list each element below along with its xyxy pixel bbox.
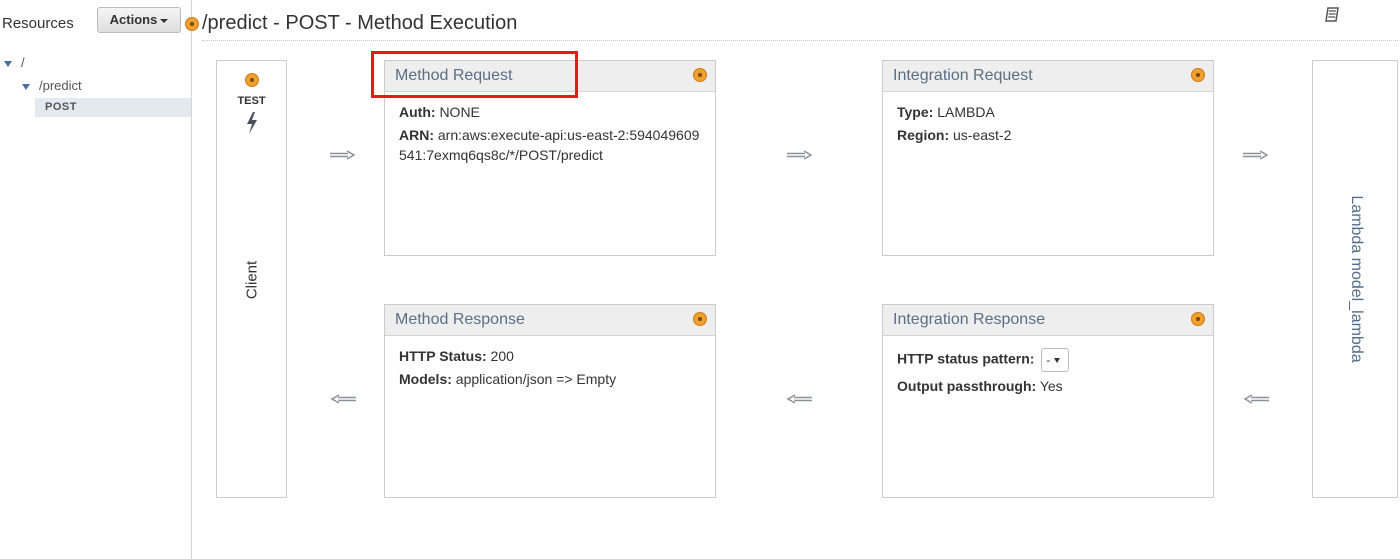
integration-response-card: Integration Response HTTP status pattern…: [882, 304, 1214, 498]
integration-response-header: Integration Response: [883, 305, 1213, 336]
method-request-title[interactable]: Method Request: [395, 67, 512, 85]
auth-label: Auth:: [399, 104, 436, 120]
orange-dot-icon[interactable]: [245, 73, 259, 87]
region-value: us-east-2: [953, 127, 1012, 143]
lambda-link[interactable]: Lambda model_lambda: [1347, 195, 1365, 362]
http-status-label: HTTP Status:: [399, 348, 487, 364]
expand-triangle-icon[interactable]: [4, 60, 12, 67]
tree-item-root[interactable]: /: [4, 55, 25, 70]
passthrough-value: Yes: [1039, 378, 1063, 394]
actions-label: Actions: [109, 12, 158, 27]
models-row: Models: application/json => Empty: [399, 369, 701, 389]
arrow-left-icon: [331, 394, 356, 404]
passthrough-row: Output passthrough: Yes: [897, 376, 1199, 396]
http-status-row: HTTP Status: 200: [399, 346, 701, 366]
type-row: Type: LAMBDA: [897, 102, 1199, 122]
arrow-left-icon: [1244, 394, 1269, 404]
page-title: /predict - POST - Method Execution: [202, 12, 518, 34]
orange-dot-icon[interactable]: [693, 68, 707, 82]
method-response-title[interactable]: Method Response: [395, 311, 525, 329]
models-label: Models:: [399, 371, 452, 387]
client-panel: TEST Client: [216, 60, 287, 498]
book-icon[interactable]: [1324, 6, 1342, 24]
arrow-right-icon: [330, 150, 355, 160]
arrow-right-icon: [1243, 150, 1268, 160]
tree-item-predict[interactable]: /predict: [22, 78, 82, 93]
orange-dot-icon[interactable]: [693, 312, 707, 326]
type-value: LAMBDA: [937, 104, 995, 120]
client-label: Client: [243, 260, 261, 300]
tree-item-predict-label: /predict: [39, 78, 82, 93]
status-pattern-row: HTTP status pattern: -: [897, 348, 1199, 372]
region-label: Region:: [897, 127, 950, 143]
orange-dot-icon[interactable]: [1191, 312, 1205, 326]
test-link[interactable]: TEST: [217, 95, 286, 107]
orange-dot-icon[interactable]: [1191, 68, 1205, 82]
lightning-icon[interactable]: [244, 111, 260, 135]
method-response-card: Method Response HTTP Status: 200 Models:…: [384, 304, 716, 498]
actions-button[interactable]: Actions: [97, 7, 181, 33]
passthrough-label: Output passthrough:: [897, 378, 1037, 394]
method-request-card: Method Request Auth: NONE ARN: arn:aws:e…: [384, 60, 716, 256]
integration-request-header: Integration Request: [883, 61, 1213, 92]
lambda-panel: Lambda model_lambda: [1312, 60, 1398, 498]
arn-value: arn:aws:execute-api:us-east-2:5940496095…: [399, 127, 700, 163]
status-pattern-label: HTTP status pattern:: [897, 350, 1035, 367]
chevron-down-icon: [1054, 358, 1061, 364]
models-value: application/json => Empty: [455, 371, 617, 387]
integration-request-title[interactable]: Integration Request: [893, 67, 1033, 85]
arrow-left-icon: [787, 394, 812, 404]
expand-triangle-icon[interactable]: [22, 83, 30, 90]
region-row: Region: us-east-2: [897, 125, 1199, 145]
arn-label: ARN:: [399, 127, 434, 143]
auth-value: NONE: [439, 104, 480, 120]
resources-label: Resources: [2, 15, 74, 32]
orange-dot-icon[interactable]: [185, 17, 199, 31]
header-divider: [202, 40, 1398, 41]
tree-item-post[interactable]: POST: [35, 98, 191, 117]
auth-row: Auth: NONE: [399, 102, 701, 122]
status-pattern-select[interactable]: -: [1041, 348, 1070, 372]
resources-sidebar: Resources Actions / /predict POST: [0, 0, 192, 559]
method-request-header: Method Request: [385, 61, 715, 92]
status-pattern-value: -: [1046, 353, 1051, 367]
method-response-header: Method Response: [385, 305, 715, 336]
integration-response-title[interactable]: Integration Response: [893, 311, 1045, 329]
integration-request-card: Integration Request Type: LAMBDA Region:…: [882, 60, 1214, 256]
tree-item-root-label: /: [21, 55, 25, 70]
arrow-right-icon: [787, 150, 812, 160]
type-label: Type:: [897, 104, 934, 120]
chevron-down-icon: [160, 18, 169, 23]
http-status-value: 200: [490, 348, 514, 364]
arn-row: ARN: arn:aws:execute-api:us-east-2:59404…: [399, 125, 701, 165]
